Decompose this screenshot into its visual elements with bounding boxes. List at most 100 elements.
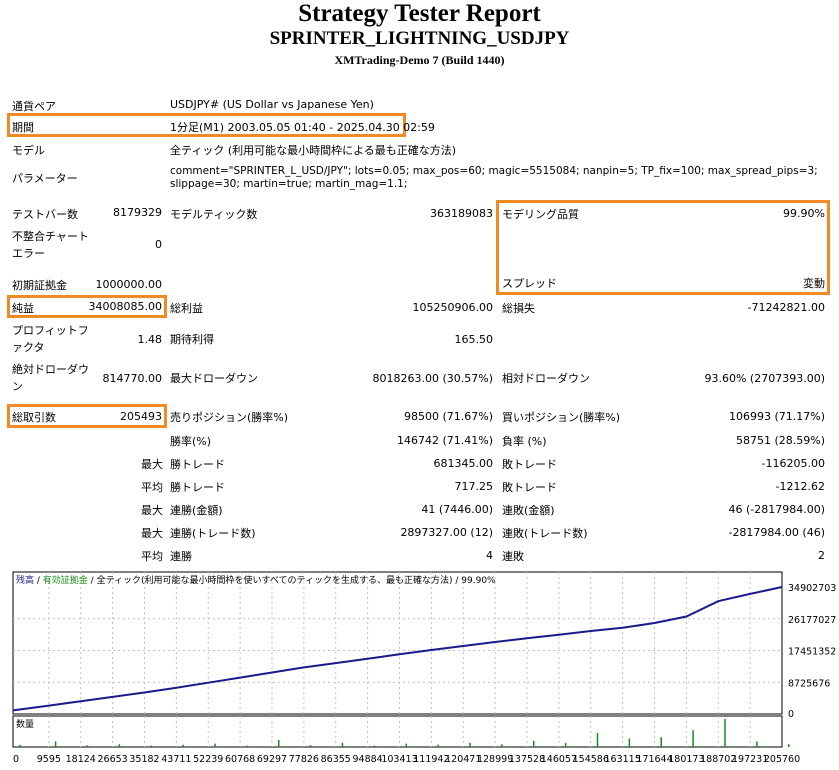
params-line-2: slippage=30; martin=true; martin_mag=1.1… (170, 178, 408, 190)
avg-loss-value: -1212.62 (775, 480, 825, 493)
max-win-label: 勝トレード (170, 458, 225, 471)
y-tick-label: 8725676 (788, 678, 830, 689)
avg-win-label: 勝トレード (170, 481, 225, 494)
y-tick-label: 34902703 (788, 583, 836, 594)
ticks-value: 363189083 (430, 207, 493, 220)
rel-dd-value: 93.60% (2707393.00) (704, 372, 825, 385)
volume-bar (309, 745, 312, 747)
params-line-1: comment="SPRINTER_L_USD/JPY"; lots=0.05;… (170, 165, 818, 177)
x-tick-label: 137528 (509, 754, 545, 765)
volume-bar (501, 744, 503, 747)
balance-chart: 34902703 26177027 17451352 8725676 0 0 9595 181… (12, 571, 836, 765)
volume-bar (660, 737, 662, 747)
volume-bar (564, 742, 567, 747)
avg-word-2: 平均 (141, 550, 163, 563)
abs-dd-value: 814770.00 (102, 372, 163, 385)
volume-bar (756, 741, 758, 747)
x-tick-label: 52239 (193, 754, 223, 765)
volume-plot-frame (12, 715, 783, 748)
quality-label: モデリング品質 (502, 208, 579, 221)
volume-bar (246, 745, 248, 747)
trades-value: 205493 (120, 410, 162, 423)
deposit-label: 初期証拠金 (12, 279, 67, 292)
max-word-2: 最大 (141, 504, 163, 517)
max-word: 最大 (141, 458, 163, 471)
x-tick-label: 146057 (541, 754, 577, 765)
max-loss-label: 敗トレード (502, 458, 557, 471)
pf-label-1: プロフィットフ (12, 324, 89, 337)
volume-bar (86, 745, 89, 747)
rel-dd-label: 相対ドローダウン (502, 372, 590, 385)
volume-bar (54, 741, 57, 747)
spread-label: スプレッド (502, 277, 557, 290)
symbol-value: USDJPY# (US Dollar vs Japanese Yen) (170, 98, 374, 111)
gross-loss-label: 総損失 (502, 302, 535, 315)
volume-label: 数量 (16, 720, 35, 730)
x-tick-label: 205760 (764, 754, 800, 765)
volume-bar (19, 744, 21, 747)
server-build: XMTrading-Demo 7 (Build 1440) (334, 53, 505, 67)
volume-bar (788, 744, 790, 747)
x-tick-label: 120471 (445, 754, 481, 765)
x-tick-label: 128999 (477, 754, 513, 765)
x-tick-label: 69297 (257, 754, 287, 765)
short-label: 売りポジション(勝率%) (170, 411, 289, 424)
legend-balance: 残高 (16, 576, 35, 586)
max-loss-value: -116205.00 (761, 457, 825, 470)
volume-bar (373, 745, 376, 747)
volume-bar (405, 743, 407, 747)
consec-loss-money-value: 46 (-2817984.00) (728, 503, 825, 516)
x-tick-label: 60768 (225, 754, 255, 765)
avg-consec-win-label: 連勝 (170, 550, 192, 563)
x-tick-label: 163115 (604, 754, 640, 765)
x-tick-label: 26653 (97, 754, 127, 765)
x-tick-label: 171644 (636, 754, 672, 765)
abs-dd-label-2: ン (12, 380, 23, 393)
volume-bar (277, 740, 280, 747)
avg-consec-loss-label: 連敗 (502, 550, 524, 563)
volume-bar (532, 740, 535, 747)
x-tick-label: 77826 (289, 754, 319, 765)
avg-word: 平均 (141, 481, 163, 494)
net-value: 34008085.00 (88, 300, 162, 313)
avg-consec-loss-value: 2 (818, 549, 825, 562)
consec-loss-money-label: 連敗(金額) (502, 504, 555, 517)
y-tick-label: 26177027 (788, 615, 836, 626)
x-tick-label: 103413 (381, 754, 417, 765)
max-dd-value: 8018263.00 (30.57%) (372, 372, 493, 385)
legend-sep-2: / (87, 576, 97, 586)
payoff-label: 期待利得 (170, 333, 214, 346)
win-label: 勝率(%) (170, 435, 212, 448)
volume-bar (692, 730, 694, 747)
win-value: 146742 (71.41%) (396, 434, 493, 447)
bars-label: テストバー数 (12, 208, 78, 221)
x-tick-label: 180173 (668, 754, 704, 765)
gross-profit-label: 総利益 (170, 302, 203, 315)
avg-consec-win-value: 4 (486, 549, 493, 562)
max-dd-label: 最大ドローダウン (170, 372, 258, 385)
pf-label-2: ァクタ (12, 341, 45, 354)
x-tick-label: 18124 (66, 754, 96, 765)
volume-bar (596, 733, 599, 747)
volume-bar (437, 744, 439, 747)
ticks-label: モデルティック数 (170, 208, 258, 221)
model-label: モデル (12, 144, 45, 157)
x-tick-label: 111942 (413, 754, 449, 765)
volume-bar (341, 742, 344, 747)
chart-legend: 残高 / 有効証拠金 / 全ティック(利用可能な最小時間枠を使いすべてのティック… (16, 573, 496, 586)
model-value: 全ティック (利用可能な最小時間枠による最も正確な方法) (170, 144, 457, 157)
x-tick-label: 9595 (37, 754, 61, 765)
period-value: 1分足(M1) 2003.05.05 01:40 - 2025.04.30 02… (170, 121, 435, 134)
bars-value: 8179329 (113, 206, 162, 219)
avg-loss-label: 敗トレード (502, 481, 557, 494)
mismatch-label-2: エラー (12, 247, 45, 260)
volume-bar (182, 744, 184, 747)
spread-value: 変動 (803, 277, 825, 290)
y-tick-label: 0 (788, 709, 794, 720)
payoff-value: 165.50 (454, 333, 494, 346)
volume-bar (150, 745, 152, 747)
pf-value: 1.48 (137, 333, 163, 346)
legend-equity: 有効証拠金 (42, 576, 88, 586)
volume-bar (118, 744, 121, 747)
ea-name: SPRINTER_LIGHTNING_USDJPY (269, 28, 570, 49)
